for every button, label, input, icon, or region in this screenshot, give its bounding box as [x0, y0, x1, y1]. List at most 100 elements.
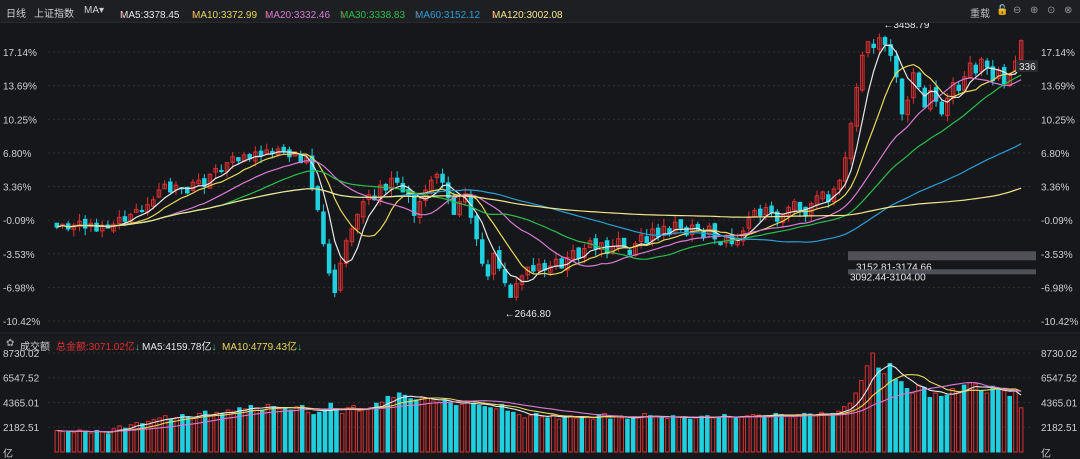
ma-legend-label: MA20:3332.46 [265, 10, 331, 21]
volume-tick-right: 4365.01 [1041, 399, 1078, 410]
volume-bar [859, 380, 864, 453]
volume-bar [956, 391, 961, 453]
volume-bar [579, 417, 585, 453]
candle-body [168, 181, 173, 193]
volume-bar [65, 430, 71, 453]
plus-icon[interactable]: ⊕ [1030, 5, 1038, 16]
total-amount-value: 总金额:3071.02亿 [56, 342, 135, 353]
volume-bar [185, 416, 191, 453]
ma-legend-label: MA10:3372.99 [192, 10, 258, 21]
price-tick-right: -3.53% [1041, 250, 1073, 261]
volume-bar [853, 392, 858, 453]
minus-icon[interactable]: ⊖ [1013, 5, 1021, 16]
volume-bar [374, 402, 379, 453]
volume-bar [334, 409, 339, 453]
volume-bar [351, 405, 356, 453]
volume-bar [608, 418, 613, 453]
volume-bar [773, 412, 779, 453]
volume-bar [630, 416, 636, 453]
volume-bar [739, 416, 744, 453]
volume-bar [305, 411, 311, 453]
volume-bar [824, 414, 830, 453]
volume-bar [836, 410, 841, 453]
price-tick-right: -6.98% [1041, 283, 1073, 294]
volume-bar [802, 412, 807, 453]
candle-body [122, 216, 128, 222]
volume-bar [733, 417, 739, 453]
price-tick-right: 13.69% [1041, 82, 1075, 93]
volume-ma10-value: MA10:4779.43亿 [222, 342, 298, 353]
price-tick-right: -0.09% [1041, 216, 1073, 227]
volume-bar [784, 414, 790, 453]
volume-bar [157, 417, 162, 453]
candle-body [270, 150, 275, 154]
gear-icon[interactable]: ✿ [6, 338, 14, 349]
volume-bar [716, 416, 722, 453]
volume-bar [259, 409, 265, 453]
price-tick-left: 10.25% [3, 115, 37, 126]
volume-bar [414, 399, 419, 453]
settings-icon[interactable]: ⊙ [1047, 5, 1055, 16]
volume-bar [71, 432, 77, 453]
period-selector[interactable]: 日线 [6, 5, 26, 20]
volume-bar [174, 416, 179, 453]
volume-bar [790, 416, 796, 453]
candle-body [502, 268, 508, 284]
volume-bar [984, 392, 990, 453]
volume-bar [425, 398, 431, 453]
volume-bar [642, 412, 647, 453]
volume-bar [973, 383, 978, 453]
volume-bar [693, 417, 699, 453]
candle-body [258, 150, 264, 157]
volume-bar [465, 400, 470, 453]
candle-body [757, 208, 763, 216]
ma-legend-arrow: ↑ [265, 10, 270, 21]
close-icon[interactable]: ⊗ [1064, 5, 1072, 16]
candle-body [480, 239, 485, 264]
volume-bar [899, 381, 904, 453]
price-tick-left: -0.09% [3, 216, 35, 227]
volume-bar [100, 431, 105, 453]
volume-bar [545, 417, 550, 453]
volume-bar [299, 405, 305, 453]
price-tick-left: 6.80% [3, 149, 31, 160]
volume-bar [636, 417, 642, 453]
candle-body [394, 177, 400, 183]
indicator-selector[interactable]: MA▾ [84, 5, 104, 16]
volume-bar [938, 395, 944, 453]
candle-body [576, 247, 581, 259]
volume-bar [77, 429, 82, 453]
index-name[interactable]: 上证指数 [34, 5, 74, 20]
price-tick-left: -6.98% [3, 283, 35, 294]
price-tick-left: 13.69% [3, 82, 37, 93]
indicator-label: MA [84, 5, 99, 16]
volume-bar [345, 407, 351, 453]
volume-bar [653, 416, 659, 453]
price-tick-left: -3.53% [3, 250, 35, 261]
volume-bar [682, 416, 687, 453]
volume-bar [214, 411, 219, 453]
volume-bar [990, 385, 995, 453]
volume-bar [767, 415, 773, 453]
candle-body [956, 84, 962, 91]
lock-icon[interactable]: 🔓 [996, 5, 1008, 16]
volume-bar [556, 418, 562, 453]
volume-bar [471, 402, 476, 453]
volume-bar [528, 415, 533, 453]
volume-bar [60, 431, 65, 453]
ma-legend-label: MA5:3378.45 [120, 10, 180, 21]
volume-bar [362, 408, 368, 453]
volume-bar [750, 414, 756, 453]
ma-legend-arrow: ↑ [415, 10, 420, 21]
restore-button[interactable]: 重载 [970, 5, 990, 20]
candle-body [678, 219, 684, 229]
candle-body [984, 60, 990, 68]
volume-bar [311, 414, 316, 453]
volume-bar [54, 429, 60, 453]
volume-bar [659, 417, 664, 453]
volume-bar [294, 406, 299, 453]
price-tick-right: 3.36% [1041, 183, 1069, 194]
volume-bar [442, 399, 448, 453]
candle-body [899, 78, 905, 115]
ma-line-ma60 [56, 143, 1022, 243]
